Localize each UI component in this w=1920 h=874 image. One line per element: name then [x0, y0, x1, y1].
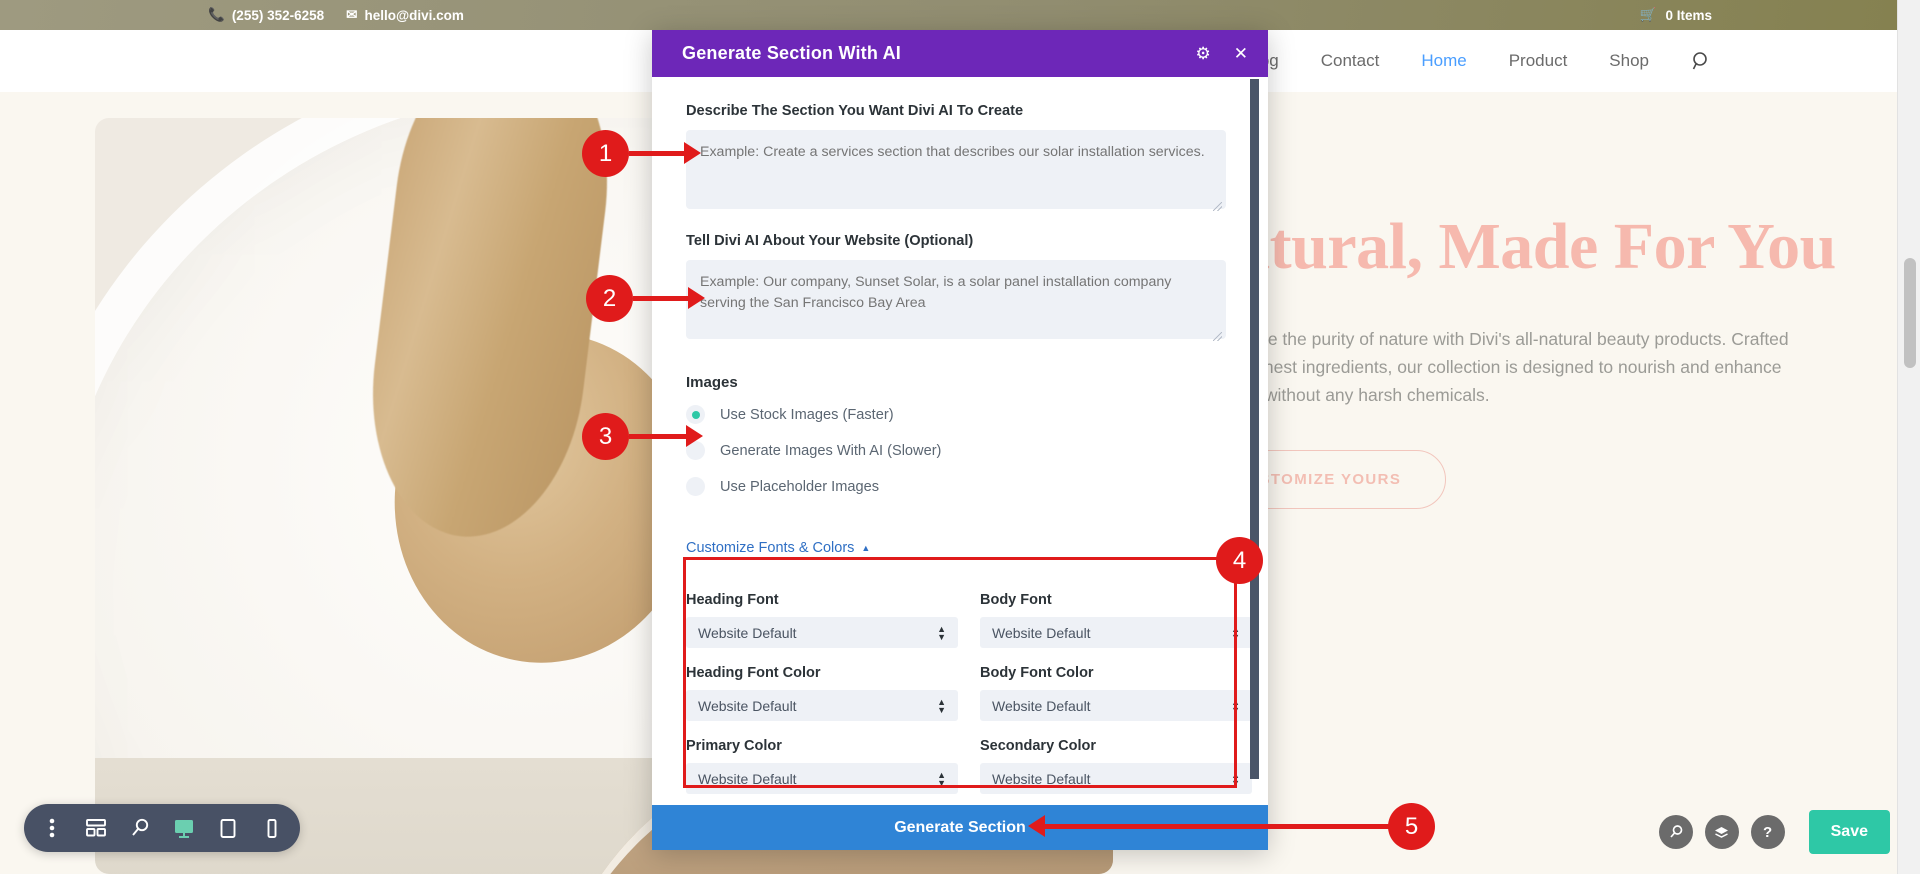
- chevron-up-icon: ▲: [861, 543, 870, 553]
- nav-item-contact[interactable]: Contact: [1321, 51, 1380, 71]
- secondary-color-label: Secondary Color: [980, 738, 1252, 754]
- select-arrows-icon: ▲▼: [937, 771, 946, 787]
- cart-count: 0 Items: [1665, 8, 1712, 23]
- about-website-textarea[interactable]: [686, 260, 1226, 339]
- callout-line-3: [629, 434, 691, 439]
- select-arrows-icon: ▲▼: [1231, 771, 1240, 787]
- email-address: hello@divi.com: [364, 8, 463, 23]
- callout-arrow-5: [1028, 815, 1045, 837]
- search-icon[interactable]: [1659, 815, 1693, 849]
- heading-font-select[interactable]: Website Default ▲▼: [686, 617, 958, 648]
- callout-line-2: [633, 296, 694, 301]
- fonts-colors-grid: Heading Font Website Default ▲▼ Body Fon…: [686, 575, 1232, 794]
- radio-label: Use Stock Images (Faster): [720, 407, 894, 423]
- nav-item-home[interactable]: Home: [1421, 51, 1466, 71]
- phone-number: (255) 352-6258: [232, 8, 324, 23]
- body-font-color-value: Website Default: [992, 698, 1091, 714]
- primary-color-label: Primary Color: [686, 738, 958, 754]
- hero-heading: Natural, Made For You: [1190, 212, 1850, 283]
- modal-header: Generate Section With AI ⚙ ✕: [652, 30, 1268, 77]
- main-nav: Blog Contact Home Product Shop: [1245, 51, 1712, 72]
- divi-builder-toolbar: [24, 804, 300, 852]
- secondary-color-value: Website Default: [992, 771, 1091, 787]
- envelope-icon: ✉: [346, 8, 357, 22]
- radio-label: Generate Images With AI (Slower): [720, 443, 941, 459]
- images-section-label: Images: [686, 374, 1232, 391]
- hero-text-block: Natural, Made For You Experience the pur…: [1190, 212, 1850, 509]
- radio-icon[interactable]: [686, 477, 705, 496]
- divi-bottom-right-toolbar: ? Save: [1659, 810, 1890, 854]
- hero-paragraph: Experience the purity of nature with Div…: [1190, 325, 1790, 410]
- gear-icon[interactable]: ⚙: [1196, 45, 1211, 62]
- callout-marker-2: 2: [586, 275, 633, 322]
- zoom-out-view-icon[interactable]: [118, 804, 162, 852]
- site-utility-bar: 📞 (255) 352-6258 ✉ hello@divi.com 🛒 0 It…: [0, 0, 1897, 30]
- body-font-value: Website Default: [992, 625, 1091, 641]
- cart-link[interactable]: 🛒 0 Items: [1640, 8, 1712, 23]
- heading-font-color-label: Heading Font Color: [686, 665, 958, 681]
- more-options-icon[interactable]: [30, 804, 74, 852]
- describe-field-label: Describe The Section You Want Divi AI To…: [686, 103, 1232, 119]
- callout-marker-1: 1: [582, 130, 629, 177]
- modal-scrollbar-thumb[interactable]: [1250, 79, 1259, 779]
- nav-item-shop[interactable]: Shop: [1609, 51, 1649, 71]
- select-arrows-icon: ▲▼: [937, 698, 946, 714]
- radio-option-placeholder-images[interactable]: Use Placeholder Images: [686, 477, 1232, 496]
- nav-item-product[interactable]: Product: [1509, 51, 1568, 71]
- callout-marker-4: 4: [1216, 537, 1263, 584]
- callout-marker-5: 5: [1388, 803, 1435, 850]
- phone-info: 📞 (255) 352-6258: [208, 8, 324, 23]
- primary-color-select[interactable]: Website Default ▲▼: [686, 763, 958, 794]
- callout-arrow-2: [688, 287, 705, 309]
- callout-arrow-3: [686, 425, 703, 447]
- tablet-view-icon[interactable]: [206, 804, 250, 852]
- customize-fonts-colors-toggle[interactable]: Customize Fonts & Colors ▲: [686, 540, 870, 556]
- about-website-label: Tell Divi AI About Your Website (Optiona…: [686, 233, 1232, 249]
- heading-font-label: Heading Font: [686, 592, 958, 608]
- callout-line-1: [629, 151, 690, 156]
- callout-line-5: [1045, 824, 1393, 829]
- wireframe-view-icon[interactable]: [74, 804, 118, 852]
- search-icon[interactable]: [1691, 51, 1712, 72]
- radio-label: Use Placeholder Images: [720, 479, 879, 495]
- modal-body: Describe The Section You Want Divi AI To…: [652, 77, 1268, 805]
- heading-font-color-select[interactable]: Website Default ▲▼: [686, 690, 958, 721]
- heading-font-value: Website Default: [698, 625, 797, 641]
- body-font-color-select[interactable]: Website Default ▲▼: [980, 690, 1252, 721]
- modal-title: Generate Section With AI: [682, 43, 901, 64]
- select-arrows-icon: ▲▼: [1231, 698, 1240, 714]
- secondary-color-select[interactable]: Website Default ▲▼: [980, 763, 1252, 794]
- heading-font-color-value: Website Default: [698, 698, 797, 714]
- close-icon[interactable]: ✕: [1234, 45, 1248, 62]
- body-font-select[interactable]: Website Default ▲▼: [980, 617, 1252, 648]
- page-scrollbar-thumb[interactable]: [1904, 258, 1916, 368]
- radio-option-ai-images[interactable]: Generate Images With AI (Slower): [686, 441, 1232, 460]
- help-icon[interactable]: ?: [1751, 815, 1785, 849]
- customize-toggle-label: Customize Fonts & Colors: [686, 540, 854, 556]
- body-font-label: Body Font: [980, 592, 1252, 608]
- generate-section-modal: Generate Section With AI ⚙ ✕ Describe Th…: [652, 30, 1268, 850]
- phone-view-icon[interactable]: [250, 804, 294, 852]
- select-arrows-icon: ▲▼: [937, 625, 946, 641]
- desktop-view-icon[interactable]: [162, 804, 206, 852]
- save-button[interactable]: Save: [1809, 810, 1890, 854]
- email-info: ✉ hello@divi.com: [346, 8, 464, 23]
- radio-option-stock-images[interactable]: Use Stock Images (Faster): [686, 405, 1232, 424]
- phone-icon: 📞: [208, 8, 225, 22]
- body-font-color-label: Body Font Color: [980, 665, 1252, 681]
- callout-marker-3: 3: [582, 413, 629, 460]
- describe-section-textarea[interactable]: [686, 130, 1226, 209]
- shopping-cart-icon: 🛒: [1640, 8, 1657, 22]
- callout-arrow-1: [684, 142, 701, 164]
- radio-icon-selected[interactable]: [686, 405, 705, 424]
- layers-icon[interactable]: [1705, 815, 1739, 849]
- select-arrows-icon: ▲▼: [1231, 625, 1240, 641]
- primary-color-value: Website Default: [698, 771, 797, 787]
- page-scrollbar[interactable]: [1897, 0, 1920, 874]
